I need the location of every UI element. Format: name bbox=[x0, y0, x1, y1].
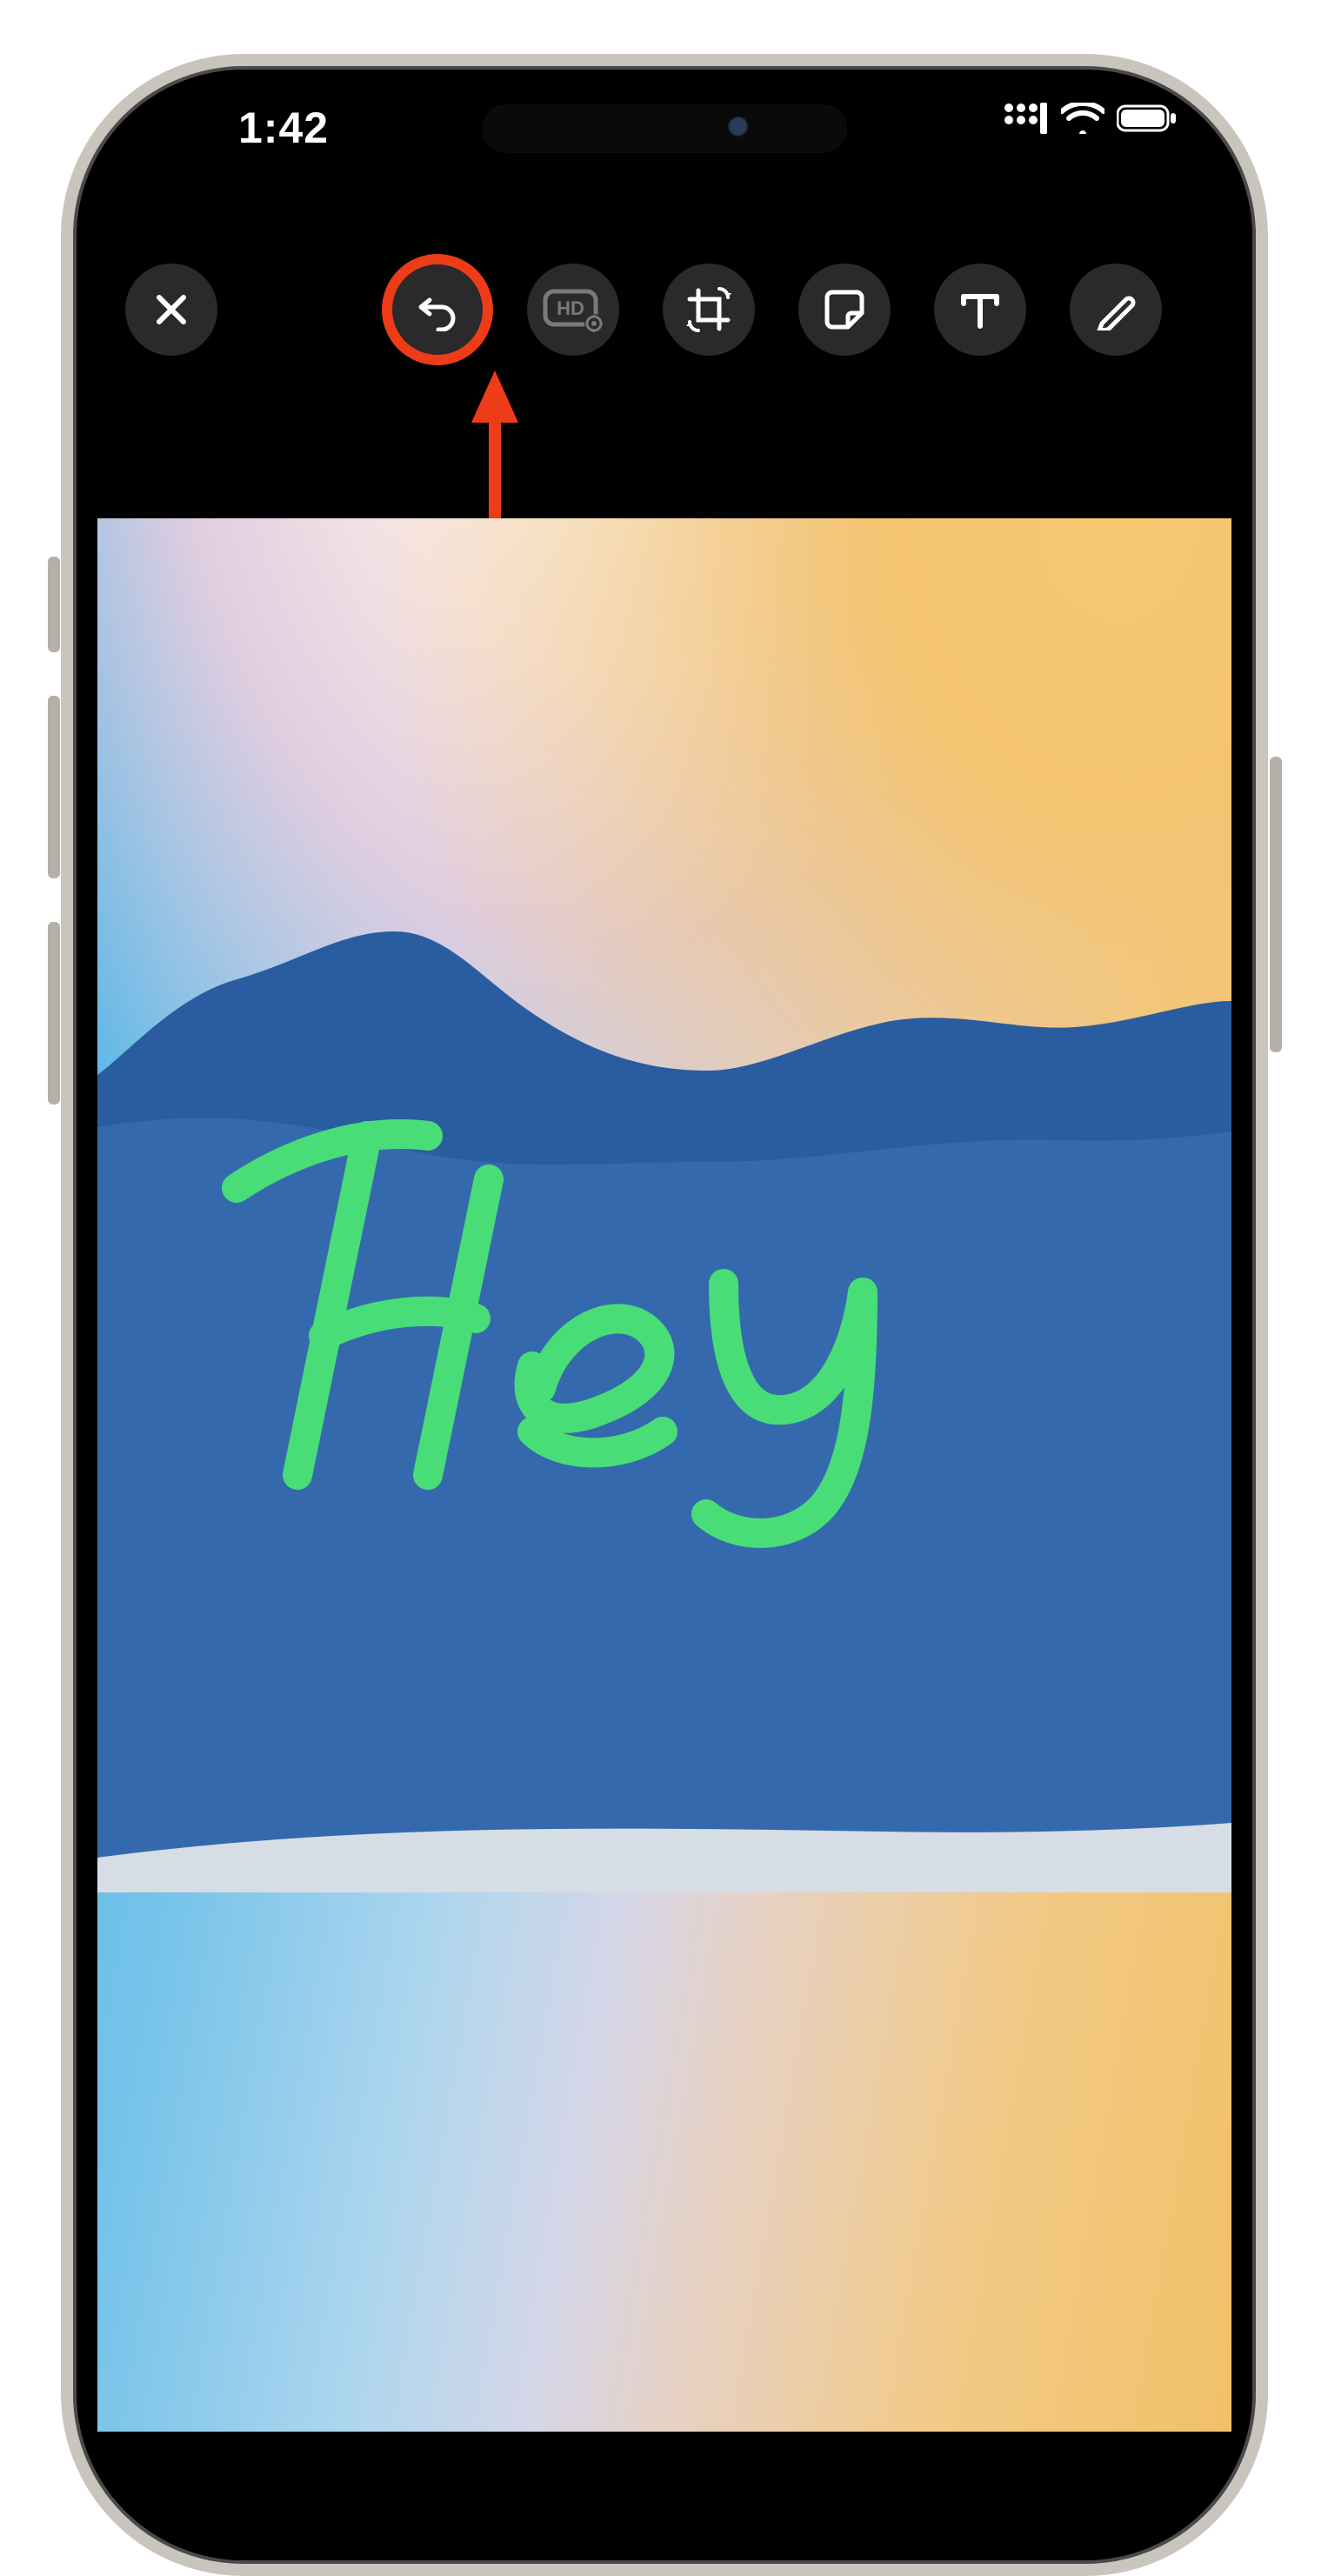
undo-button[interactable] bbox=[391, 264, 484, 356]
handwritten-drawing bbox=[254, 1066, 1037, 1501]
close-icon bbox=[153, 291, 190, 328]
status-bar: 1:42 bbox=[73, 103, 1256, 155]
crop-rotate-icon bbox=[684, 285, 733, 334]
text-button[interactable] bbox=[934, 264, 1026, 356]
text-icon bbox=[960, 288, 1000, 331]
status-time: 1:42 bbox=[238, 103, 329, 153]
sticker-icon bbox=[822, 287, 867, 332]
battery-icon bbox=[1117, 103, 1178, 133]
phone-frame: 1:42 bbox=[61, 54, 1268, 2576]
hd-icon: HD bbox=[543, 286, 604, 333]
pencil-icon bbox=[1095, 289, 1137, 330]
crop-button[interactable] bbox=[663, 264, 755, 356]
wifi-icon bbox=[1061, 103, 1104, 134]
svg-text:HD: HD bbox=[557, 297, 584, 319]
sticker-button[interactable] bbox=[798, 264, 891, 356]
status-indicators bbox=[1004, 103, 1178, 134]
hd-quality-button[interactable]: HD bbox=[527, 264, 619, 356]
phone-side-button bbox=[1270, 757, 1282, 1052]
close-button[interactable] bbox=[125, 264, 217, 356]
phone-side-button bbox=[48, 922, 60, 1104]
photo-canvas[interactable] bbox=[97, 518, 1231, 2432]
phone-side-button bbox=[48, 557, 60, 652]
editor-toolbar: HD bbox=[73, 257, 1256, 362]
cellular-signal-icon bbox=[1004, 103, 1049, 134]
phone-side-button bbox=[48, 696, 60, 878]
draw-button[interactable] bbox=[1070, 264, 1162, 356]
undo-icon bbox=[416, 288, 459, 331]
